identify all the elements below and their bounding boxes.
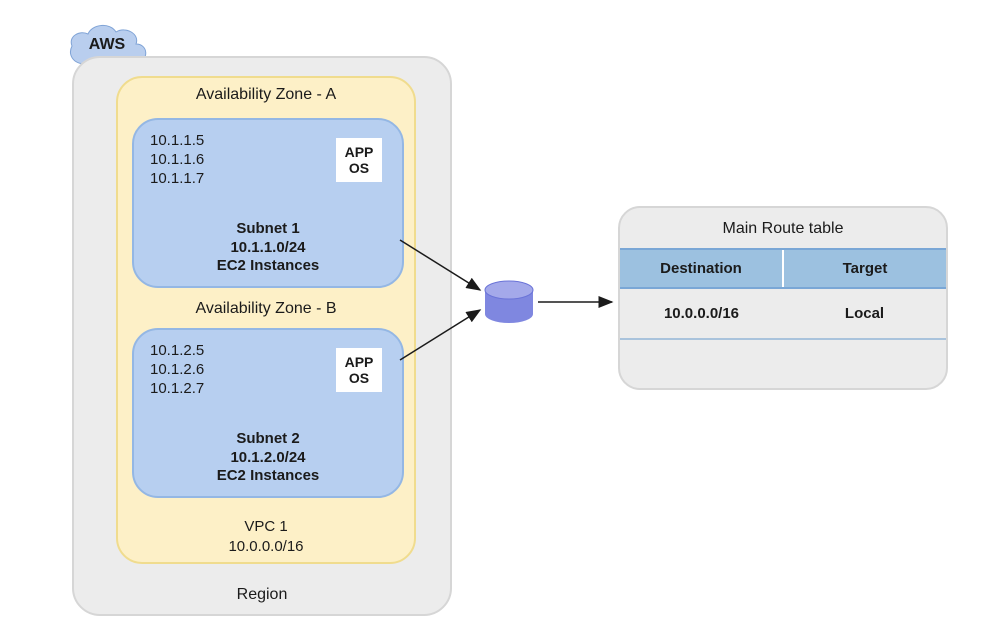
route-destination-value: 10.0.0.0/16: [620, 289, 783, 338]
subnet-name: Subnet 2: [134, 430, 402, 449]
subnet-instances: EC2 Instances: [134, 257, 402, 276]
os-label: OS: [349, 160, 369, 176]
subnet-2-box: 10.1.2.5 10.1.2.6 10.1.2.7 APP OS Subnet…: [132, 328, 404, 498]
app-label: APP: [345, 144, 374, 160]
router-icon: [483, 280, 535, 324]
app-label: APP: [345, 354, 374, 370]
subnet-instances: EC2 Instances: [134, 467, 402, 486]
table-row: 10.0.0.0/16 Local: [620, 289, 946, 340]
app-os-box: APP OS: [336, 348, 382, 392]
region-box: Region Availability Zone - A 10.1.1.5 10…: [72, 56, 452, 616]
availability-zone-a-label: Availability Zone - A: [118, 86, 414, 104]
app-os-box: APP OS: [336, 138, 382, 182]
route-target-value: Local: [783, 289, 946, 338]
subnet-cidr: 10.1.2.0/24: [134, 449, 402, 468]
subnet-name: Subnet 1: [134, 220, 402, 239]
vpc-box: Availability Zone - A 10.1.1.5 10.1.1.6 …: [116, 76, 416, 564]
route-table-box: Main Route table Destination Target 10.0…: [618, 206, 948, 390]
subnet-1-footer: Subnet 1 10.1.1.0/24 EC2 Instances: [134, 220, 402, 276]
subnet-cidr: 10.1.1.0/24: [134, 239, 402, 258]
subnet-2-footer: Subnet 2 10.1.2.0/24 EC2 Instances: [134, 430, 402, 486]
availability-zone-b-label: Availability Zone - B: [118, 300, 414, 318]
route-table-title: Main Route table: [620, 208, 946, 248]
route-header-destination: Destination: [620, 250, 784, 287]
vpc-cidr: 10.0.0.0/16: [118, 537, 414, 557]
diagram-canvas: AWS Region Availability Zone - A 10.1.1.…: [0, 0, 1000, 637]
vpc-name: VPC 1: [118, 517, 414, 537]
os-label: OS: [349, 370, 369, 386]
subnet-1-box: 10.1.1.5 10.1.1.6 10.1.1.7 APP OS Subnet…: [132, 118, 404, 288]
vpc-footer: VPC 1 10.0.0.0/16: [118, 517, 414, 556]
region-label: Region: [74, 586, 450, 604]
route-header-target: Target: [784, 250, 946, 287]
route-table-headers: Destination Target: [620, 248, 946, 289]
